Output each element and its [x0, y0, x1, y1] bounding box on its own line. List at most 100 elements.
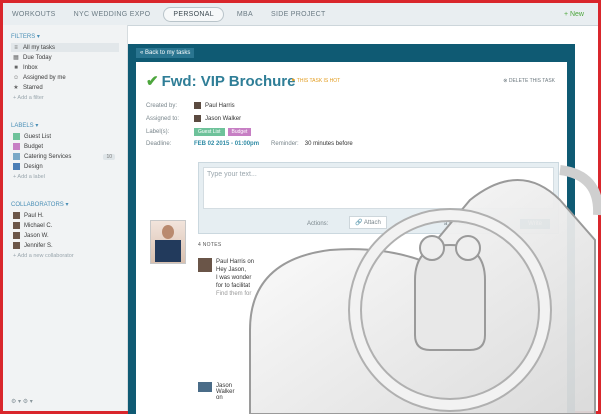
attach-label: Attach	[363, 220, 381, 226]
sidebar-item-starred[interactable]: ★ Starred	[11, 83, 119, 92]
sidebar-item-inbox[interactable]: ■ Inbox	[11, 63, 119, 72]
avatar	[13, 222, 20, 229]
field-label: Label(s):	[146, 129, 170, 135]
label-swatch	[13, 143, 20, 150]
comment-box: Type your text... Actions: 🔗 Attach a fi…	[198, 162, 559, 234]
note-line: for to facilitat	[216, 283, 251, 289]
list-icon: ≡	[14, 44, 18, 51]
task-panel: « Back to my tasks ✔ Fwd: VIP Brochure ⚑ …	[128, 44, 575, 414]
sidebar-item-label: Starred	[23, 84, 43, 91]
hot-flag[interactable]: ⚑ THIS TASK IS HOT	[291, 78, 340, 84]
back-to-tasks-button[interactable]: « Back to my tasks	[136, 48, 195, 58]
attach-icon: 🔗	[355, 220, 364, 226]
created-by-value: Paul Harris	[205, 102, 235, 109]
attach-button[interactable]: 🔗 Attach	[349, 216, 387, 229]
label-swatch	[13, 163, 20, 170]
workspace-tab-side-project[interactable]: SIDE PROJECT	[262, 11, 335, 18]
write-button[interactable]: Write	[520, 219, 550, 229]
assigned-to-row: Assigned to: Jason Walker	[146, 115, 241, 122]
field-label: Assigned to:	[146, 115, 180, 122]
calendar-icon: ▦	[13, 55, 19, 61]
note-author: Paul Harris on	[216, 259, 255, 265]
note-text: Paul Harris on Hey Jason, I was wonder f…	[216, 258, 366, 298]
collaborator-item[interactable]: Paul H.	[11, 211, 119, 220]
sidebar-item-label: Design	[24, 163, 43, 170]
avatar	[198, 258, 212, 272]
note-line: Hey Jason,	[216, 267, 247, 273]
filters-title[interactable]: FILTERS ▾	[11, 33, 119, 40]
workspace-bar: WORKOUTS NYC WEDDING EXPO PERSONAL MBA S…	[3, 3, 598, 26]
settings-icons[interactable]: ⚙ ▾ ⚙ ▾	[11, 398, 33, 405]
note-author: Jason Walker on	[216, 383, 235, 401]
comment-placeholder: Type your text...	[207, 171, 257, 178]
note-line: Find them for	[216, 291, 252, 297]
avatar	[194, 102, 201, 109]
delete-task-button[interactable]: ⊗ DELETE THIS TASK	[503, 78, 555, 84]
notes-title: 4 NOTES	[198, 242, 222, 248]
collaborator-name: Paul H.	[24, 212, 44, 219]
assigned-to-value[interactable]: Jason Walker	[205, 116, 241, 122]
sidebar-item-design[interactable]: Design	[11, 162, 119, 171]
avatar	[13, 242, 20, 249]
avatar	[194, 115, 201, 122]
task-title-text: Fwd: VIP Brochure	[161, 73, 296, 90]
collaborator-item[interactable]: Jennifer S.	[11, 241, 119, 250]
collaborator-name: Jason W.	[24, 232, 49, 239]
collaborator-item[interactable]: Jason W.	[11, 231, 119, 240]
count-badge: 10	[103, 153, 115, 160]
filebox-button[interactable]: a file box	[444, 221, 468, 227]
star-icon: ★	[13, 85, 19, 91]
field-label: Created by:	[146, 102, 178, 109]
sidebar-item-guest-list[interactable]: Guest List	[11, 132, 119, 141]
sidebar-item-label: Inbox	[23, 64, 38, 71]
user-photo	[150, 220, 186, 264]
task-title: ✔ Fwd: VIP Brochure	[146, 72, 296, 90]
collaborator-item[interactable]: Michael C.	[11, 221, 119, 230]
sidebar-item-budget[interactable]: Budget	[11, 142, 119, 151]
person-icon: ☺	[12, 74, 20, 81]
label-swatch	[13, 153, 20, 160]
sidebar-item-catering-services[interactable]: Catering Services 10	[11, 152, 119, 161]
reminder-label: Reminder:	[271, 141, 299, 147]
workspace-tab-nyc-wedding-expo[interactable]: NYC WEDDING EXPO	[65, 11, 160, 18]
sidebar-item-assigned-by-me[interactable]: ☺ Assigned by me	[11, 73, 119, 82]
sidebar-item-label: Due Today	[23, 54, 52, 61]
workspace-tab-workouts[interactable]: WORKOUTS	[3, 11, 65, 18]
sidebar-item-label: Budget	[24, 143, 44, 150]
workspace-tab-mba[interactable]: MBA	[228, 11, 262, 18]
sidebar: FILTERS ▾ ≡ All my tasks ▦ Due Today ■ Inbo…	[3, 25, 128, 411]
sidebar-item-due-today[interactable]: ▦ Due Today	[11, 53, 119, 62]
reminder-value[interactable]: 30 minutes before	[305, 141, 353, 147]
created-by-row: Created by: Paul Harris	[146, 102, 235, 109]
sidebar-item-label: All my tasks	[23, 44, 56, 51]
sidebar-item-all-my-tasks[interactable]: ≡ All my tasks	[11, 43, 119, 52]
collaborator-name: Jennifer S.	[24, 242, 53, 249]
collaborators-title[interactable]: COLLABORATORS ▾	[11, 201, 119, 208]
sidebar-item-label: Catering Services	[24, 153, 72, 160]
deadline-row: Deadline: FEB 02 2015 - 01:00pm Reminder: 3…	[146, 141, 353, 147]
inbox-icon: ■	[14, 64, 18, 71]
actions-label: Actions:	[307, 221, 329, 227]
avatar	[198, 382, 212, 392]
labels-row: Label(s): Guest List Budget	[146, 128, 254, 136]
field-label: Deadline:	[146, 141, 172, 147]
new-button[interactable]: + New	[564, 11, 584, 18]
sidebar-item-label: Assigned by me	[23, 74, 66, 81]
labels-title[interactable]: LABELS ▾	[11, 122, 119, 129]
check-icon[interactable]: ✔	[146, 73, 159, 90]
add-collaborator-link[interactable]: + Add a new collaborator	[11, 251, 119, 260]
filters-section: FILTERS ▾ ≡ All my tasks ▦ Due Today ■ Inbo…	[3, 33, 127, 260]
label-tag[interactable]: Guest List	[194, 128, 225, 136]
add-filter-link[interactable]: + Add a filter	[11, 93, 119, 102]
note-line: I was wonder	[216, 275, 252, 281]
avatar	[13, 212, 20, 219]
add-label-link[interactable]: + Add a label	[11, 172, 119, 181]
task-card: ✔ Fwd: VIP Brochure ⚑ THIS TASK IS HOT ⊗ …	[136, 62, 567, 414]
avatar	[13, 232, 20, 239]
deadline-value[interactable]: FEB 02 2015 - 01:00pm	[194, 141, 259, 147]
label-tag[interactable]: Budget	[227, 128, 252, 136]
collaborator-name: Michael C.	[24, 222, 53, 229]
workspace-tab-personal[interactable]: PERSONAL	[163, 6, 224, 22]
label-swatch	[13, 133, 20, 140]
sidebar-item-label: Guest List	[24, 133, 52, 140]
